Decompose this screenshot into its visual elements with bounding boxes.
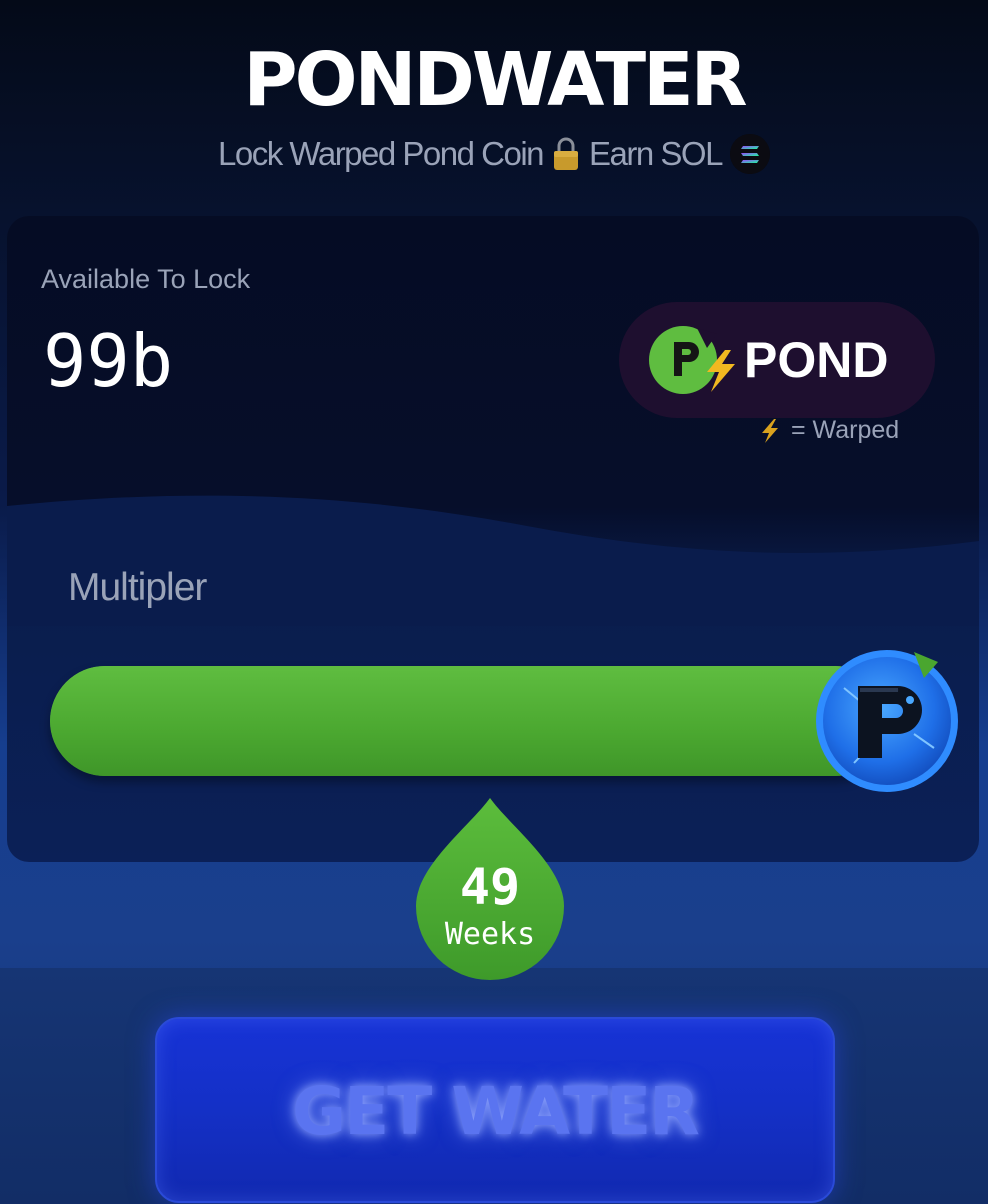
token-selector[interactable]: POND	[619, 302, 935, 418]
multiplier-label: Multipler	[68, 566, 207, 609]
bolt-icon	[762, 418, 778, 443]
subtitle-earn-text: Earn SOL	[589, 135, 723, 172]
lock-icon	[551, 136, 581, 172]
weeks-unit: Weeks	[444, 917, 536, 952]
available-value: 99b	[43, 319, 174, 403]
get-water-button[interactable]: GET WATER	[155, 1017, 835, 1203]
subtitle: Lock Warped Pond Coin Earn SOL	[0, 132, 988, 176]
header: PONDWATER Lock Warped Pond Coin Earn SOL	[0, 0, 988, 200]
solana-icon	[729, 134, 770, 174]
app-title: PONDWATER	[243, 37, 747, 123]
lock-card: Available To Lock 99b POND = Warped Mult…	[7, 216, 979, 862]
get-water-label: GET WATER	[292, 1073, 700, 1150]
pond-token-icon	[649, 326, 735, 394]
multiplier-slider-track[interactable]	[50, 666, 890, 776]
subtitle-lock-text: Lock Warped Pond Coin	[218, 135, 544, 172]
warped-note-text: = Warped	[791, 416, 900, 444]
weeks-value: 49	[459, 858, 521, 916]
warped-note: = Warped	[757, 416, 899, 445]
token-symbol: POND	[744, 332, 889, 388]
available-label: Available To Lock	[41, 264, 251, 294]
multiplier-slider-fill	[50, 666, 890, 776]
pond-coin-thumb-icon[interactable]	[814, 648, 960, 794]
